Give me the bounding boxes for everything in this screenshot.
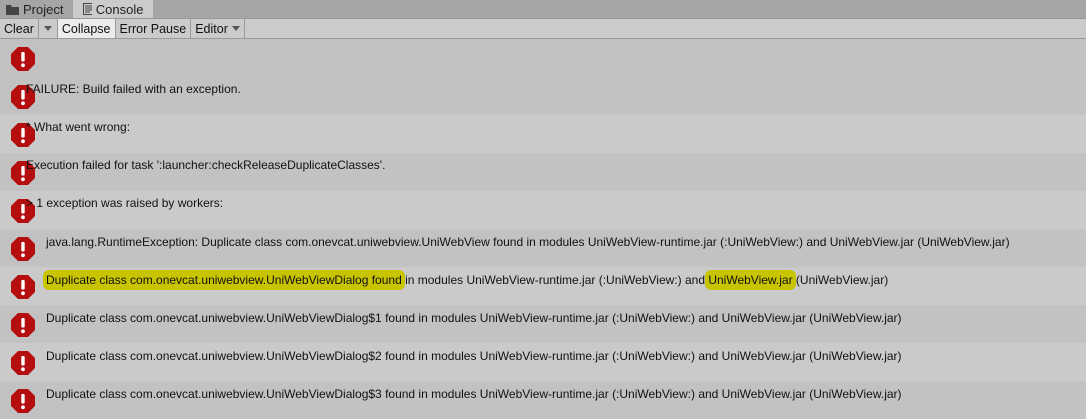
collapse-label: Collapse (61, 21, 111, 36)
error-icon (11, 275, 35, 299)
error-icon (11, 313, 35, 337)
log-message: java.lang.RuntimeException: Duplicate cl… (46, 235, 1010, 249)
editor-dropdown[interactable]: Editor (191, 19, 245, 38)
log-entry[interactable]: Duplicate class com.onevcat.uniwebview.U… (0, 343, 1086, 381)
error-pause-label: Error Pause (119, 21, 187, 36)
log-entry[interactable]: java.lang.RuntimeException: Duplicate cl… (0, 229, 1086, 267)
log-message: > 1 exception was raised by workers: (26, 196, 224, 210)
console-icon (83, 3, 92, 15)
tab-label: Project (23, 1, 64, 17)
console-toolbar: Clear Collapse Error Pause Editor (0, 19, 1086, 39)
tab-project[interactable]: Project (0, 0, 73, 18)
folder-icon (6, 4, 19, 15)
log-message: FAILURE: Build failed with an exception. (26, 82, 241, 96)
log-entry[interactable]: Duplicate class com.onevcat.uniwebview.U… (0, 267, 1086, 305)
log-message: Duplicate class com.onevcat.uniwebview.U… (46, 273, 888, 287)
editor-label: Editor (195, 21, 228, 36)
clear-button[interactable]: Clear (0, 19, 39, 38)
tab-console[interactable]: Console (73, 0, 154, 18)
error-pause-toggle[interactable]: Error Pause (116, 19, 192, 38)
chevron-down-icon (43, 26, 52, 31)
highlight: UniWebView.jar (708, 273, 793, 287)
collapse-toggle[interactable]: Collapse (57, 19, 116, 38)
error-icon (11, 47, 35, 71)
log-entry[interactable]: Duplicate class com.onevcat.uniwebview.U… (0, 381, 1086, 419)
log-message: Duplicate class com.onevcat.uniwebview.U… (46, 311, 902, 325)
error-icon (11, 237, 35, 261)
clear-options-dropdown[interactable] (39, 19, 58, 38)
console-log-list: FAILURE: Build failed with an exception.… (0, 39, 1086, 419)
log-entry[interactable] (0, 39, 1086, 77)
error-icon (11, 389, 35, 413)
window-tabs: Project Console (0, 0, 1086, 19)
highlight: Duplicate class com.onevcat.uniwebview.U… (46, 273, 402, 287)
log-message: Duplicate class com.onevcat.uniwebview.U… (46, 387, 902, 401)
log-entry[interactable]: Execution failed for task ':launcher:che… (0, 153, 1086, 191)
log-message: Execution failed for task ':launcher:che… (26, 158, 386, 172)
log-entry[interactable]: > 1 exception was raised by workers: (0, 191, 1086, 229)
clear-label: Clear (4, 21, 34, 36)
log-entry[interactable]: * What went wrong: (0, 115, 1086, 153)
log-entry[interactable]: Duplicate class com.onevcat.uniwebview.U… (0, 305, 1086, 343)
chevron-down-icon (231, 26, 240, 31)
tab-label: Console (95, 1, 144, 17)
log-entry[interactable]: FAILURE: Build failed with an exception. (0, 77, 1086, 115)
error-icon (11, 351, 35, 375)
log-message: Duplicate class com.onevcat.uniwebview.U… (46, 349, 902, 363)
log-message: * What went wrong: (26, 120, 131, 134)
text: (UniWebView.jar) (792, 273, 889, 287)
text: in modules UniWebView-runtime.jar (:UniW… (401, 273, 709, 287)
